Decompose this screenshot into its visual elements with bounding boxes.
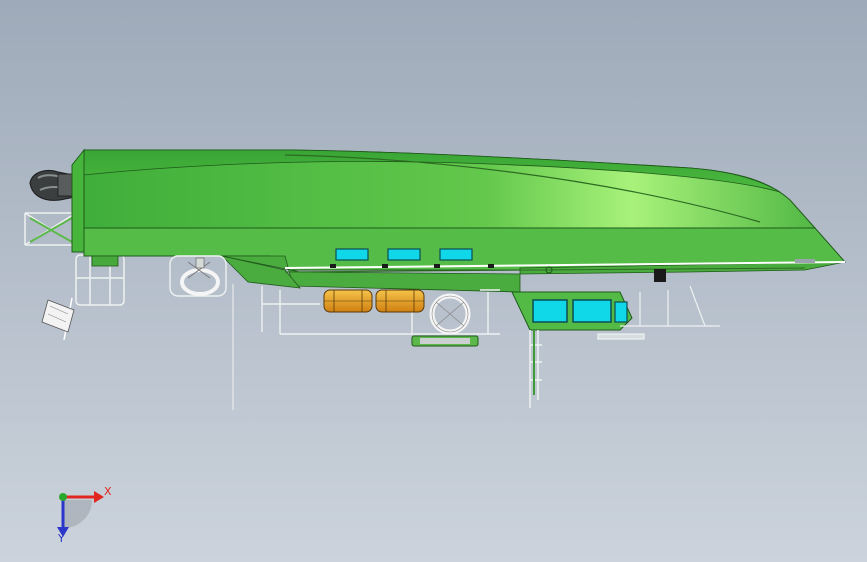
x-arrow-head — [94, 491, 104, 503]
lower-cabin — [511, 291, 633, 331]
liferaft-1 — [323, 289, 373, 313]
transom — [71, 148, 85, 253]
axis-y-label: Y — [57, 532, 65, 545]
aft-life-ring — [180, 257, 220, 296]
boat-model[interactable] — [24, 148, 847, 410]
aft-crossbrace — [29, 217, 73, 243]
transom-box — [91, 255, 119, 267]
coordinate-triad: X Y — [57, 485, 112, 545]
bow-marker — [654, 269, 666, 282]
z-axis-dot — [59, 493, 67, 501]
stern-flag — [41, 297, 75, 341]
center-life-ring — [429, 293, 471, 335]
liferaft-2 — [375, 289, 425, 313]
deck-hatch — [411, 335, 479, 347]
cad-viewport[interactable]: X Y — [0, 0, 867, 562]
triad-shadow — [64, 500, 92, 528]
axis-x-label: X — [104, 485, 112, 498]
bow-cleat — [795, 259, 815, 263]
drop-mast — [529, 330, 542, 408]
